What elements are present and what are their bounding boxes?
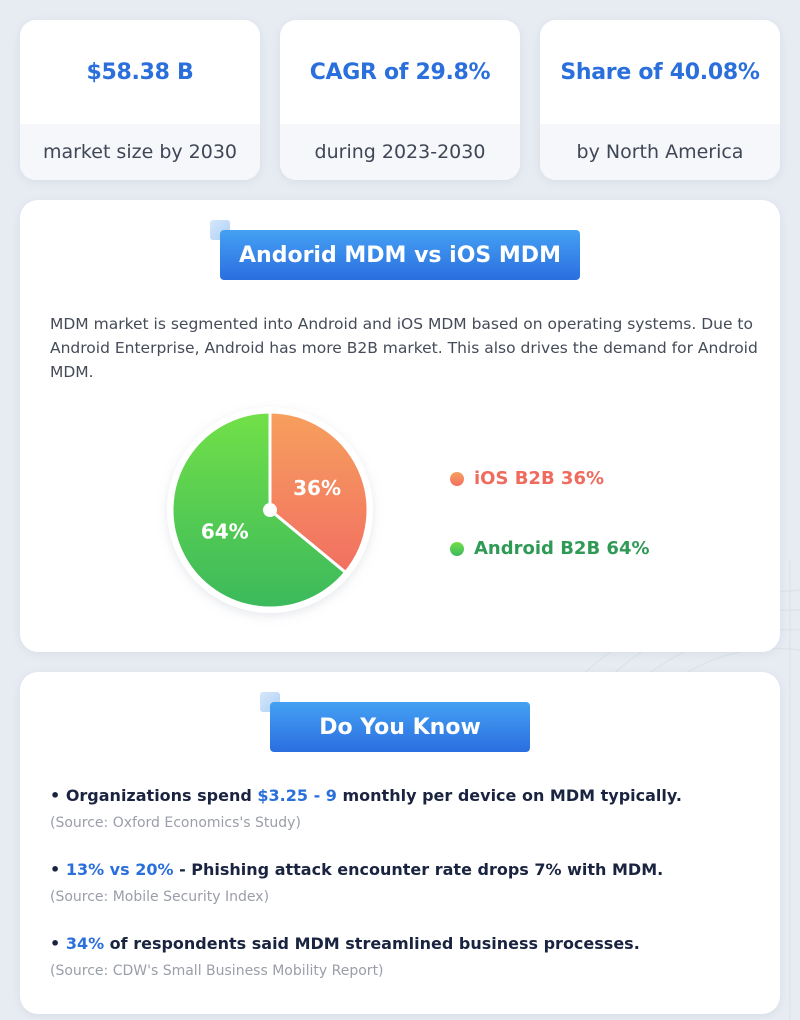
fact-text: • 34% of respondents said MDM streamline…: [50, 934, 640, 953]
stat-label: by North America: [540, 124, 780, 180]
stat-label: during 2023-2030: [280, 124, 520, 180]
fact-source: (Source: Oxford Economics's Study): [50, 815, 301, 831]
bullet: •: [50, 860, 61, 879]
fact-pre: Organizations spend: [65, 786, 258, 805]
legend-label-android: Android B2B 64%: [474, 538, 650, 559]
stat-value: CAGR of 29.8%: [309, 59, 491, 85]
facts-title: Do You Know: [270, 702, 530, 752]
stat-card-cagr: CAGR of 29.8% during 2023-2030: [280, 20, 520, 180]
comparison-description: MDM market is segmented into Android and…: [50, 315, 758, 381]
bullet: •: [50, 934, 61, 953]
pie-label-android: 64%: [201, 519, 249, 543]
legend-label-ios: iOS B2B 36%: [474, 468, 605, 489]
pie-center-dot: [263, 503, 277, 517]
stat-value: Share of 40.08%: [560, 59, 760, 85]
stat-label: market size by 2030: [20, 124, 260, 180]
stat-card-share: Share of 40.08% by North America: [540, 20, 780, 180]
bullet: •: [50, 786, 61, 805]
stat-value: $58.38 B: [86, 59, 194, 85]
fact-source: (Source: Mobile Security Index): [50, 889, 270, 905]
comparison-panel: Andorid MDM vs iOS MDM MDM market is seg…: [20, 200, 780, 652]
legend-dot-ios-icon: [450, 471, 464, 486]
fact-highlight: $3.25 - 9: [257, 786, 337, 805]
pie-label-ios: 36%: [293, 476, 341, 500]
legend-dot-android-icon: [450, 541, 464, 556]
comparison-title: Andorid MDM vs iOS MDM: [220, 230, 580, 280]
pie-chart: 36% 64%: [167, 407, 373, 613]
fact-item: • 13% vs 20% - Phishing attack encounter…: [50, 860, 663, 905]
fact-source: (Source: CDW's Small Business Mobility R…: [50, 963, 384, 979]
fact-text: • Organizations spend $3.25 - 9 monthly …: [50, 786, 682, 805]
legend-item-android: Android B2B 64%: [450, 538, 650, 559]
fact-text: • 13% vs 20% - Phishing attack encounter…: [50, 860, 663, 879]
fact-post: of respondents said MDM streamlined busi…: [104, 934, 640, 953]
fact-item: • 34% of respondents said MDM streamline…: [50, 934, 640, 979]
stat-card-market-size: $58.38 B market size by 2030: [20, 20, 260, 180]
fact-post: monthly per device on MDM typically.: [336, 786, 682, 805]
facts-panel: Do You Know • Organizations spend $3.25 …: [20, 672, 780, 1014]
legend-item-ios: iOS B2B 36%: [450, 468, 604, 489]
fact-post: - Phishing attack encounter rate drops 7…: [173, 860, 664, 879]
fact-highlight: 34%: [65, 934, 105, 953]
fact-highlight: 13% vs 20%: [65, 860, 174, 879]
fact-item: • Organizations spend $3.25 - 9 monthly …: [50, 786, 682, 831]
